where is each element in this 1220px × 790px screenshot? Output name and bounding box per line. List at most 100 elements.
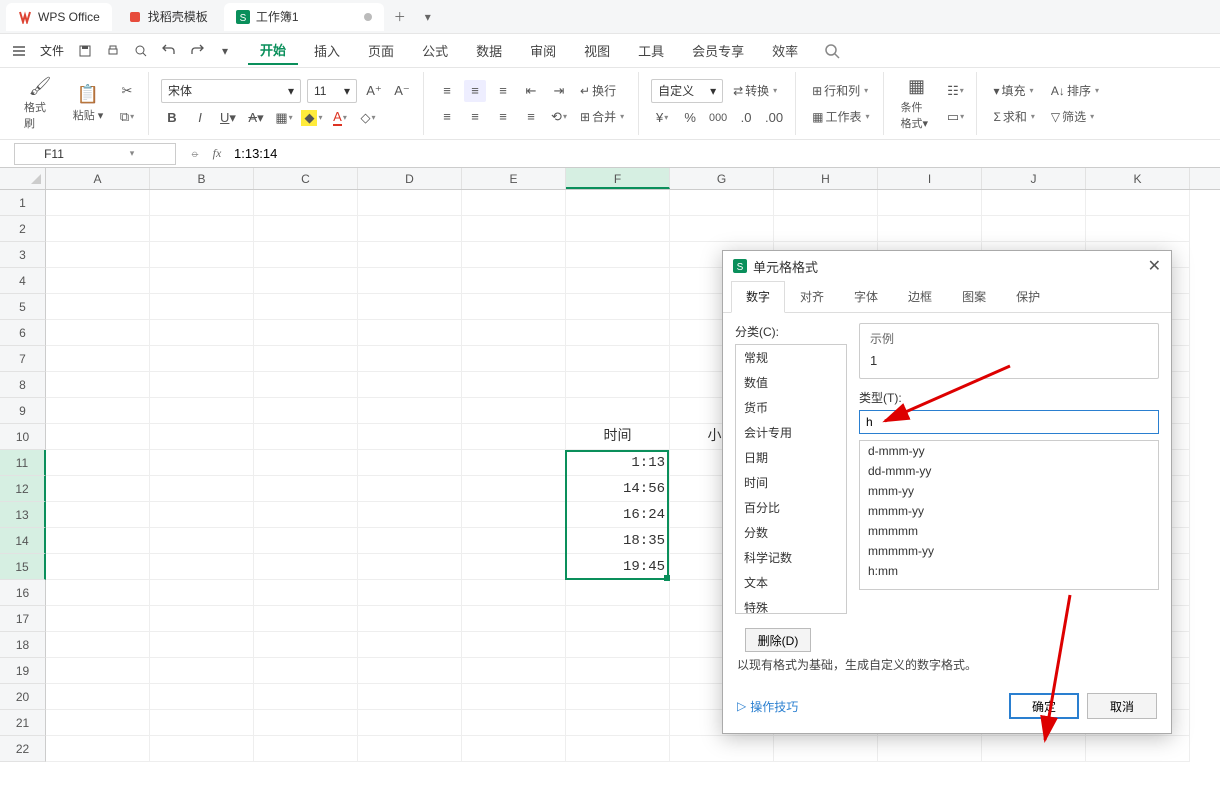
cell[interactable]	[150, 242, 254, 268]
cell[interactable]	[254, 398, 358, 424]
menu-tools[interactable]: 工具	[626, 37, 676, 64]
cell[interactable]	[358, 632, 462, 658]
row-header[interactable]: 17	[0, 606, 46, 632]
delete-format-button[interactable]: 删除(D)	[745, 628, 811, 652]
decrease-font-button[interactable]: A⁻	[391, 80, 413, 102]
col-header-I[interactable]: I	[878, 168, 982, 189]
menu-review[interactable]: 审阅	[518, 37, 568, 64]
border-button[interactable]: ▦▾	[273, 107, 295, 129]
row-header[interactable]: 22	[0, 736, 46, 762]
cell[interactable]	[566, 268, 670, 294]
underline-button[interactable]: U▾	[217, 107, 239, 129]
cell[interactable]	[358, 658, 462, 684]
name-box[interactable]: F11 ▾	[14, 143, 176, 165]
format-item[interactable]: h:mm	[860, 561, 1158, 581]
format-item[interactable]: mmmmm-yy	[860, 541, 1158, 561]
row-header[interactable]: 21	[0, 710, 46, 736]
new-tab-button[interactable]: ＋	[388, 5, 412, 29]
cell[interactable]	[46, 190, 150, 216]
font-color-button[interactable]: A▾	[329, 107, 351, 129]
menu-data[interactable]: 数据	[464, 37, 514, 64]
cell[interactable]	[254, 658, 358, 684]
cell[interactable]	[46, 710, 150, 736]
dialog-close-button[interactable]: ✕	[1148, 256, 1161, 276]
format-item[interactable]: mmmm-yy	[860, 501, 1158, 521]
row-header[interactable]: 1	[0, 190, 46, 216]
cell[interactable]	[254, 736, 358, 762]
col-header-G[interactable]: G	[670, 168, 774, 189]
cell[interactable]	[46, 372, 150, 398]
cell[interactable]	[358, 216, 462, 242]
cell[interactable]	[982, 190, 1086, 216]
cell[interactable]	[254, 320, 358, 346]
row-header[interactable]: 19	[0, 658, 46, 684]
cell[interactable]	[46, 216, 150, 242]
format-painter-button[interactable]: 🖌 格式刷	[20, 74, 60, 133]
row-header[interactable]: 13	[0, 502, 46, 528]
cell[interactable]	[254, 372, 358, 398]
cell[interactable]	[254, 476, 358, 502]
rowcol-button[interactable]: ⊞ 行和列▾	[808, 80, 873, 102]
cell[interactable]	[46, 320, 150, 346]
category-item[interactable]: 货币	[736, 395, 846, 420]
cell[interactable]	[150, 190, 254, 216]
cell[interactable]	[150, 372, 254, 398]
redo-button[interactable]	[184, 38, 210, 64]
row-header[interactable]: 11	[0, 450, 46, 476]
filter-button[interactable]: ▽ 筛选▾	[1047, 106, 1103, 128]
orientation-button[interactable]: ⟲▾	[548, 106, 570, 128]
cell[interactable]	[254, 502, 358, 528]
cell[interactable]	[566, 632, 670, 658]
cell[interactable]	[566, 216, 670, 242]
col-header-E[interactable]: E	[462, 168, 566, 189]
cell[interactable]	[462, 294, 566, 320]
category-item[interactable]: 文本	[736, 570, 846, 595]
cell[interactable]	[358, 502, 462, 528]
menu-efficiency[interactable]: 效率	[760, 37, 810, 64]
cell[interactable]	[358, 268, 462, 294]
cell[interactable]	[254, 710, 358, 736]
cell[interactable]	[46, 346, 150, 372]
cell[interactable]	[566, 190, 670, 216]
bold-button[interactable]: B	[161, 107, 183, 129]
cell[interactable]	[462, 320, 566, 346]
col-header-F[interactable]: F	[566, 168, 670, 189]
cell[interactable]	[254, 684, 358, 710]
file-menu[interactable]: 文件	[34, 42, 70, 59]
cell[interactable]	[358, 606, 462, 632]
percent-button[interactable]: %	[679, 107, 701, 129]
cell[interactable]	[150, 736, 254, 762]
cell[interactable]	[46, 528, 150, 554]
cell[interactable]	[46, 476, 150, 502]
fx-cancel-button[interactable]: ⦵	[184, 146, 206, 161]
category-item[interactable]: 常规	[736, 345, 846, 370]
cell[interactable]	[254, 216, 358, 242]
category-item[interactable]: 科学记数	[736, 545, 846, 570]
category-item[interactable]: 会计专用	[736, 420, 846, 445]
cell[interactable]	[462, 190, 566, 216]
sort-button[interactable]: A↓ 排序▾	[1047, 80, 1103, 102]
type-input[interactable]	[859, 410, 1159, 434]
cell[interactable]	[462, 450, 566, 476]
col-header-J[interactable]: J	[982, 168, 1086, 189]
cell[interactable]	[254, 424, 358, 450]
convert-button[interactable]: ⇄ 转换▾	[729, 80, 781, 102]
cell[interactable]	[254, 450, 358, 476]
cell[interactable]	[774, 216, 878, 242]
cell[interactable]	[46, 658, 150, 684]
cell[interactable]	[358, 346, 462, 372]
cell[interactable]	[878, 736, 982, 762]
cell[interactable]	[46, 242, 150, 268]
fx-button[interactable]: fx	[206, 146, 228, 161]
cell[interactable]	[150, 476, 254, 502]
cell[interactable]	[150, 658, 254, 684]
cell[interactable]	[462, 346, 566, 372]
row-header[interactable]: 15	[0, 554, 46, 580]
row-header[interactable]: 7	[0, 346, 46, 372]
tips-link[interactable]: ▷ 操作技巧	[737, 698, 798, 715]
cell[interactable]	[358, 372, 462, 398]
col-header-D[interactable]: D	[358, 168, 462, 189]
cell[interactable]	[358, 736, 462, 762]
row-header[interactable]: 10	[0, 424, 46, 450]
cell[interactable]	[462, 684, 566, 710]
